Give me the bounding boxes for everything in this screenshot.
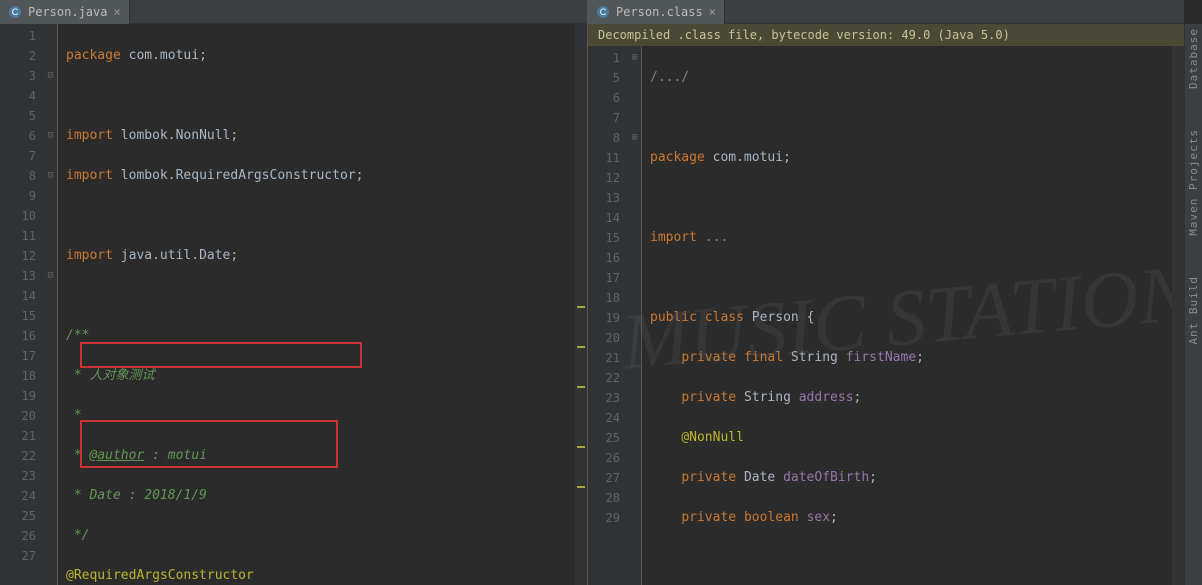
right-gutter: 1567811121314151617181920212223242526272… — [588, 46, 628, 585]
right-editor[interactable]: 1567811121314151617181920212223242526272… — [588, 46, 1184, 585]
tool-ant[interactable]: Ant Build — [1187, 276, 1200, 345]
right-tab-bar: C Person.class × — [588, 0, 1184, 24]
left-marker-column — [575, 24, 587, 585]
right-code[interactable]: /.../ package com.motui; import ... publ… — [642, 46, 1172, 585]
svg-text:C: C — [600, 7, 607, 17]
tab-person-class[interactable]: C Person.class × — [588, 0, 725, 24]
highlight-box-firstname — [80, 342, 362, 368]
close-icon[interactable]: × — [113, 5, 120, 19]
java-class-icon: C — [596, 5, 610, 19]
right-tool-strip: Database Maven Projects Ant Build — [1184, 24, 1202, 585]
right-marker-column — [1172, 46, 1184, 585]
decompile-notice: Decompiled .class file, bytecode version… — [588, 24, 1184, 46]
close-icon[interactable]: × — [709, 5, 716, 19]
left-editor[interactable]: 1234567891011121314151617181920212223242… — [0, 24, 587, 585]
tab-person-java[interactable]: C Person.java × — [0, 0, 130, 24]
tool-maven[interactable]: Maven Projects — [1187, 129, 1200, 236]
tab-label: Person.java — [28, 5, 107, 19]
left-tab-bar: C Person.java × — [0, 0, 587, 24]
java-class-icon: C — [8, 5, 22, 19]
tool-database[interactable]: Database — [1187, 28, 1200, 89]
right-fold-column: ⊞ ⊞ — [628, 46, 642, 585]
left-gutter: 1234567891011121314151617181920212223242… — [0, 24, 44, 585]
svg-text:C: C — [12, 7, 19, 17]
right-editor-pane: C Person.class × Decompiled .class file,… — [588, 0, 1184, 585]
left-fold-column: ⊟ ⊟ ⊟ ⊟ — [44, 24, 58, 585]
tab-label: Person.class — [616, 5, 703, 19]
left-editor-pane: C Person.java × 123456789101112131415161… — [0, 0, 588, 585]
left-code[interactable]: package com.motui; import lombok.NonNull… — [58, 24, 575, 585]
